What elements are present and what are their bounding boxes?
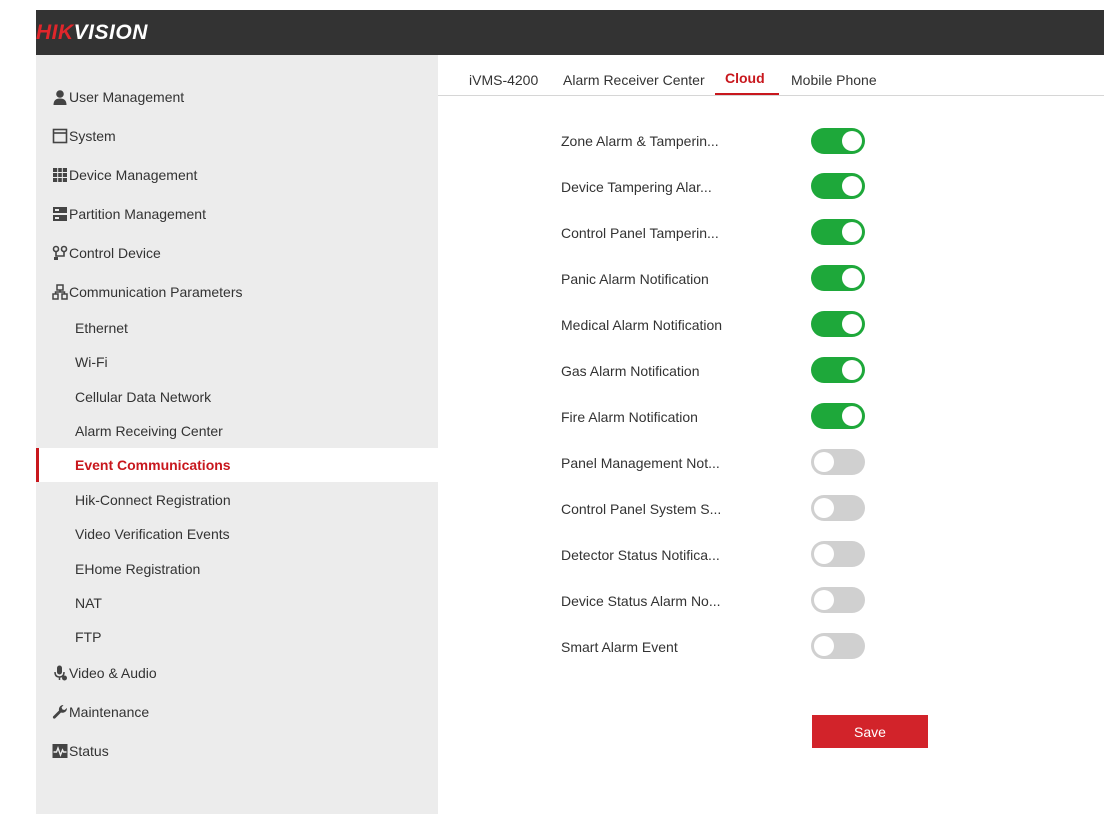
tab-cloud[interactable]: Cloud	[725, 70, 765, 86]
sidebar: User Management System Device Management…	[36, 55, 438, 814]
sidebar-subitem-hik-connect-registration[interactable]: Hik-Connect Registration	[36, 483, 438, 517]
device-status-alarm-notification-toggle[interactable]	[811, 587, 865, 613]
sidebar-subitem-label: Event Communications	[75, 457, 231, 473]
control-device-icon	[52, 245, 68, 261]
zone-alarm-tampering-toggle[interactable]	[811, 128, 865, 154]
setting-label: Zone Alarm & Tamperin...	[561, 133, 719, 149]
active-indicator	[36, 448, 39, 482]
sidebar-item-label: Status	[69, 743, 109, 759]
panic-alarm-notification-toggle[interactable]	[811, 265, 865, 291]
control-panel-tampering-toggle[interactable]	[811, 219, 865, 245]
sidebar-subitem-label: Ethernet	[75, 320, 128, 336]
sidebar-item-device-management[interactable]: Device Management	[36, 158, 438, 192]
setting-label: Detector Status Notifica...	[561, 547, 720, 563]
toggle-knob	[842, 314, 862, 334]
sidebar-item-label: Partition Management	[69, 206, 206, 222]
setting-label: Device Status Alarm No...	[561, 593, 721, 609]
pulse-icon	[52, 743, 68, 759]
sidebar-item-status[interactable]: Status	[36, 734, 438, 768]
top-bar: HIKVISION	[36, 10, 1104, 55]
sidebar-item-video-audio[interactable]: Video & Audio	[36, 656, 438, 690]
toggle-knob	[842, 222, 862, 242]
sidebar-subitem-ftp[interactable]: FTP	[36, 620, 438, 654]
sidebar-subitem-label: NAT	[75, 595, 102, 611]
sidebar-item-partition-management[interactable]: Partition Management	[36, 197, 438, 231]
sidebar-item-label: Device Management	[69, 167, 198, 183]
toggle-knob	[814, 452, 834, 472]
setting-label: Medical Alarm Notification	[561, 317, 723, 333]
sidebar-item-system[interactable]: System	[36, 119, 438, 153]
medical-alarm-notification-toggle[interactable]	[811, 311, 865, 337]
tab-bar: iVMS-4200 Alarm Receiver Center Cloud Mo…	[438, 66, 1104, 96]
hikvision-logo: HIKVISION	[36, 21, 148, 45]
sidebar-item-label: Control Device	[69, 245, 161, 261]
sidebar-item-maintenance[interactable]: Maintenance	[36, 695, 438, 729]
setting-label: Device Tampering Alar...	[561, 179, 712, 195]
gas-alarm-notification-toggle[interactable]	[811, 357, 865, 383]
smart-alarm-event-toggle[interactable]	[811, 633, 865, 659]
sidebar-item-label: Video & Audio	[69, 665, 157, 681]
toggle-knob	[814, 498, 834, 518]
save-button[interactable]: Save	[812, 715, 928, 748]
toggle-knob	[842, 131, 862, 151]
sidebar-subitem-ethernet[interactable]: Ethernet	[36, 311, 438, 345]
logo-white-part: VISION	[73, 21, 148, 44]
sidebar-item-communication-parameters[interactable]: Communication Parameters	[36, 275, 438, 309]
sidebar-subitem-label: Wi-Fi	[75, 354, 108, 370]
sidebar-subitem-label: FTP	[75, 629, 102, 645]
setting-label: Control Panel Tamperin...	[561, 225, 719, 241]
sidebar-item-label: System	[69, 128, 116, 144]
sidebar-item-control-device[interactable]: Control Device	[36, 236, 438, 270]
toggle-knob	[842, 360, 862, 380]
device-tampering-alarm-toggle[interactable]	[811, 173, 865, 199]
sidebar-subitem-label: EHome Registration	[75, 561, 201, 577]
tab-ivms-4200[interactable]: iVMS-4200	[469, 72, 538, 88]
sidebar-subitem-label: Cellular Data Network	[75, 389, 212, 405]
tab-mobile-phone[interactable]: Mobile Phone	[791, 72, 877, 88]
wrench-icon	[52, 704, 68, 720]
network-icon	[52, 284, 68, 300]
sidebar-subitem-video-verification-events[interactable]: Video Verification Events	[36, 517, 438, 551]
setting-label: Gas Alarm Notification	[561, 363, 700, 379]
sidebar-subitem-wifi[interactable]: Wi-Fi	[36, 345, 438, 379]
toggle-knob	[842, 176, 862, 196]
user-icon	[52, 89, 68, 105]
sidebar-subitem-label: Video Verification Events	[75, 526, 230, 542]
logo-red-part: HIK	[36, 21, 74, 44]
setting-label: Fire Alarm Notification	[561, 409, 698, 425]
fire-alarm-notification-toggle[interactable]	[811, 403, 865, 429]
setting-label: Control Panel System S...	[561, 501, 722, 517]
toggle-knob	[814, 590, 834, 610]
control-panel-system-status-toggle[interactable]	[811, 495, 865, 521]
setting-label: Smart Alarm Event	[561, 639, 678, 655]
toggle-knob	[814, 544, 834, 564]
detector-status-notification-toggle[interactable]	[811, 541, 865, 567]
sidebar-item-label: Maintenance	[69, 704, 150, 720]
sidebar-subitem-ehome-registration[interactable]: EHome Registration	[36, 552, 438, 586]
sidebar-subitem-event-communications[interactable]: Event Communications	[36, 448, 438, 482]
active-tab-underline	[715, 93, 779, 95]
sidebar-item-label: Communication Parameters	[69, 284, 243, 300]
sidebar-item-label: User Management	[69, 89, 185, 105]
sidebar-subitem-nat[interactable]: NAT	[36, 586, 438, 620]
microphone-icon	[52, 665, 68, 681]
toggle-knob	[814, 636, 834, 656]
tab-alarm-receiver-center[interactable]: Alarm Receiver Center	[563, 72, 705, 88]
window-icon	[52, 128, 68, 144]
sidebar-subitem-alarm-receiving-center[interactable]: Alarm Receiving Center	[36, 414, 438, 448]
device-grid-icon	[52, 167, 68, 183]
panel-management-notification-toggle[interactable]	[811, 449, 865, 475]
setting-label: Panel Management Not...	[561, 455, 720, 471]
setting-label: Panic Alarm Notification	[561, 271, 709, 287]
sidebar-subitem-cellular-data-network[interactable]: Cellular Data Network	[36, 380, 438, 414]
toggle-knob	[842, 406, 862, 426]
sidebar-subitem-label: Alarm Receiving Center	[75, 423, 223, 439]
sidebar-item-user-management[interactable]: User Management	[36, 80, 438, 114]
toggle-knob	[842, 268, 862, 288]
partition-icon	[52, 206, 68, 222]
sidebar-subitem-label: Hik-Connect Registration	[75, 492, 231, 508]
